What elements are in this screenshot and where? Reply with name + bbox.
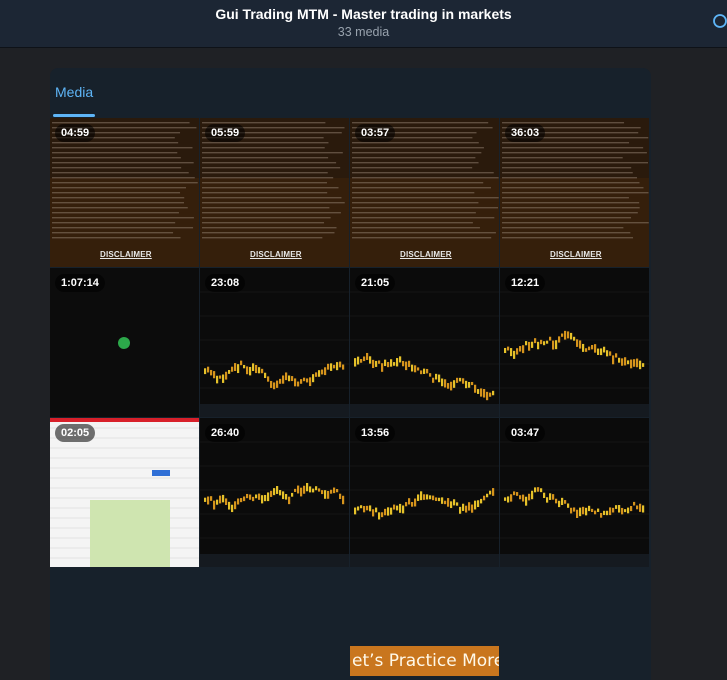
video-duration-badge: 05:59 (205, 124, 246, 142)
media-thumbnail[interactable]: 12:21 (500, 268, 649, 417)
video-duration-badge: 03:57 (355, 124, 396, 142)
video-duration-badge: 13:56 (355, 424, 396, 442)
media-thumbnail[interactable]: 04:59 DISCLAIMER (50, 118, 199, 267)
video-duration-badge: 03:47 (505, 424, 546, 442)
media-thumbnail[interactable]: 02:05 (50, 418, 199, 567)
tab-media[interactable]: Media (50, 68, 95, 118)
media-thumbnail[interactable]: 26:40 (200, 418, 349, 567)
media-thumbnail[interactable]: 03:47 (500, 418, 649, 567)
media-thumbnail[interactable]: 05:59 DISCLAIMER (200, 118, 349, 267)
video-duration-badge: 21:05 (355, 274, 396, 292)
video-duration-badge: 23:08 (205, 274, 246, 292)
video-duration-badge: 12:21 (505, 274, 546, 292)
channel-title[interactable]: Gui Trading MTM - Master trading in mark… (0, 6, 727, 22)
media-count: 33 media (337, 25, 390, 39)
thumbnail-overlay-text: et’s Practice More!! (350, 646, 499, 676)
media-thumbnail[interactable]: 21:05 (350, 268, 499, 417)
media-thumbnail[interactable]: 13:56 (350, 418, 499, 567)
media-thumbnail[interactable]: 36:03 DISCLAIMER (500, 118, 649, 267)
tab-bar: Media (50, 68, 651, 118)
chat-header: Gui Trading MTM - Master trading in mark… (0, 0, 727, 48)
video-duration-badge: 04:59 (55, 124, 96, 142)
media-thumbnail[interactable]: 23:08 (200, 268, 349, 417)
media-panel: Media 04:59 DISCLAIMER 05:59 DISCLAIMER 03:5… (50, 68, 651, 680)
search-icon[interactable] (711, 13, 727, 33)
video-duration-badge: 1:07:14 (55, 274, 105, 292)
spreadsheet-header-bar (50, 418, 199, 422)
video-duration-badge: 36:03 (505, 124, 546, 142)
thumbnail-heading: DISCLAIMER (400, 250, 452, 259)
thumbnail-heading: DISCLAIMER (100, 250, 152, 259)
tab-media-label: Media (55, 84, 94, 100)
thumbnail-heading: DISCLAIMER (550, 250, 602, 259)
media-thumbnail[interactable]: 03:57 DISCLAIMER (350, 118, 499, 267)
video-duration-badge: 02:05 (55, 424, 96, 442)
thumbnail-heading: DISCLAIMER (250, 250, 302, 259)
tab-active-indicator (53, 114, 95, 117)
video-duration-badge: 26:40 (205, 424, 246, 442)
media-thumbnail[interactable]: 1:07:14 (50, 268, 199, 417)
